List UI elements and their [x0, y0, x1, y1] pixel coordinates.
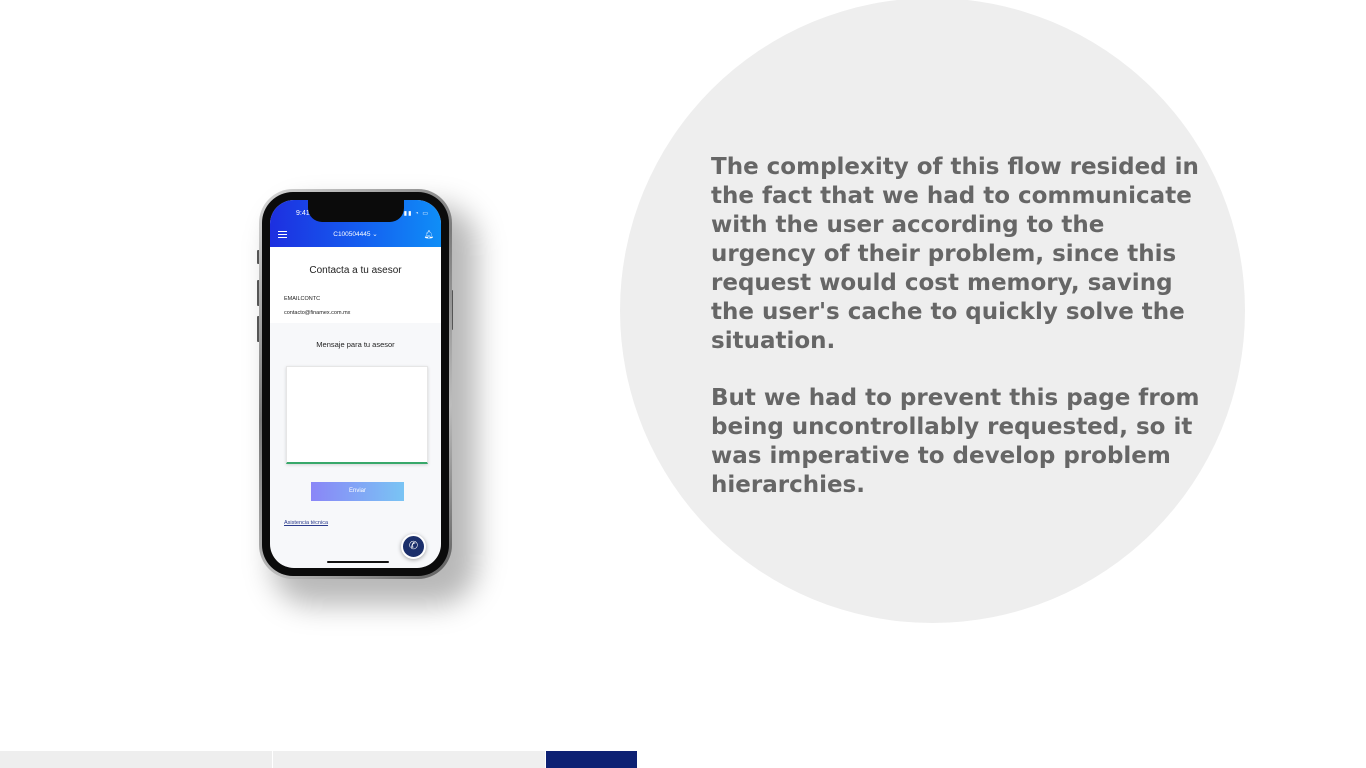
description-paragraph-1: The complexity of this flow resided in t… — [711, 154, 1199, 354]
home-indicator — [327, 561, 389, 563]
description-text: The complexity of this flow resided in t… — [711, 153, 1206, 528]
screen-title: Contacta a tu asesor — [309, 265, 402, 276]
phone-bezel: 9:41 ▮▮ ◔ ▭ C100504445 ⌄ 🔔︎ Contacta a t… — [262, 192, 449, 576]
bottom-bar-segment — [0, 751, 272, 768]
send-button[interactable]: Enviar — [311, 482, 404, 501]
bell-icon[interactable]: 🔔︎ — [424, 230, 434, 239]
phone-notch — [307, 200, 404, 222]
bottom-bar-accent-segment — [546, 751, 637, 768]
phone-screen: 9:41 ▮▮ ◔ ▭ C100504445 ⌄ 🔔︎ Contacta a t… — [270, 200, 441, 568]
bottom-bar-segment — [273, 751, 545, 768]
signal-wifi-battery-icon: ▮▮ ◔ ▭ — [403, 211, 429, 217]
description-paragraph-2: But we had to prevent this page from bei… — [711, 385, 1200, 498]
email-value: contacto@finamex.com.mx — [284, 310, 351, 316]
phone-mockup: 9:41 ▮▮ ◔ ▭ C100504445 ⌄ 🔔︎ Contacta a t… — [259, 189, 452, 579]
account-selector[interactable]: C100504445 ⌄ — [270, 230, 441, 238]
message-label: Mensaje para tu asesor — [316, 340, 395, 349]
whatsapp-icon[interactable]: ✆ — [401, 534, 426, 559]
message-textarea[interactable] — [286, 366, 428, 464]
technical-assistance-link[interactable]: Asistencia técnica — [284, 520, 328, 526]
email-label: EMAILCONTC — [284, 296, 321, 302]
